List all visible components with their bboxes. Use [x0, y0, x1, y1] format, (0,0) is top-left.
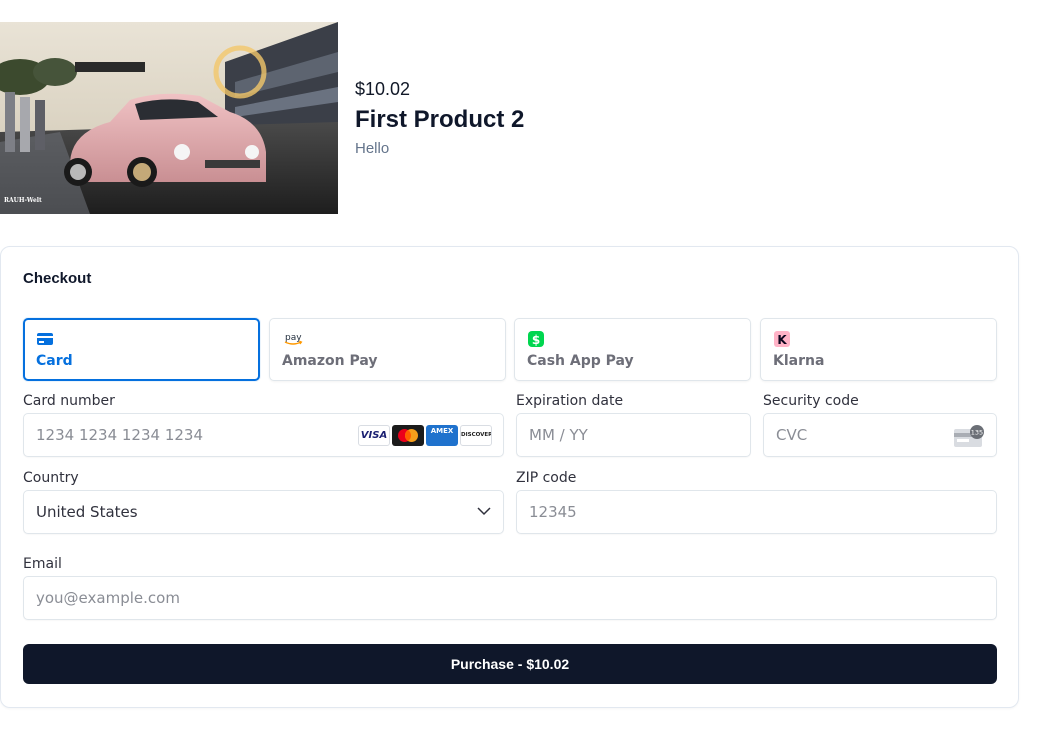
visa-icon: VISA	[358, 425, 390, 446]
purchase-button[interactable]: Purchase - $10.02	[23, 644, 997, 684]
expiration-label: Expiration date	[516, 393, 624, 409]
svg-text:$: $	[532, 333, 540, 347]
zip-input[interactable]	[529, 491, 984, 533]
card-icon	[37, 333, 53, 345]
cash-app-icon: $	[528, 331, 544, 347]
checkout-panel: Checkout Card pay Amazon Pay $ Cash App …	[0, 246, 1019, 708]
card-number-label: Card number	[23, 393, 115, 409]
tab-cash-app-pay[interactable]: $ Cash App Pay	[514, 318, 751, 381]
mastercard-icon	[392, 425, 424, 446]
tab-label: Card	[36, 353, 73, 369]
expiration-input[interactable]	[529, 414, 738, 456]
tab-klarna[interactable]: K Klarna	[760, 318, 997, 381]
product-price: $10.02	[355, 79, 411, 99]
amazon-pay-icon: pay	[284, 333, 303, 345]
security-code-field: 135	[763, 413, 997, 457]
klarna-icon: K	[774, 331, 790, 347]
tab-label: Amazon Pay	[282, 353, 378, 369]
expiration-field	[516, 413, 751, 457]
tab-label: Cash App Pay	[527, 353, 634, 369]
card-number-field: VISA AMEX DISCOVER	[23, 413, 504, 457]
cvc-card-icon: 135	[954, 425, 984, 447]
amex-icon: AMEX	[426, 425, 458, 446]
zip-field	[516, 490, 997, 534]
svg-text:K: K	[777, 333, 787, 347]
zip-label: ZIP code	[516, 470, 577, 486]
tab-card[interactable]: Card	[23, 318, 260, 381]
discover-icon: DISCOVER	[460, 425, 492, 446]
country-value: United States	[36, 503, 138, 521]
email-field	[23, 576, 997, 620]
product-image: RAUH-Welt	[0, 22, 338, 214]
chevron-down-icon	[477, 507, 491, 516]
payment-method-tabs: Card pay Amazon Pay $ Cash App Pay K Kla…	[23, 318, 997, 381]
country-select[interactable]: United States	[23, 490, 504, 534]
tab-amazon-pay[interactable]: pay Amazon Pay	[269, 318, 506, 381]
tab-label: Klarna	[773, 353, 825, 369]
email-input[interactable]	[36, 577, 984, 619]
cvc-icon-number: 135	[971, 429, 983, 437]
checkout-title: Checkout	[23, 270, 92, 287]
product-description: Hello	[355, 140, 390, 157]
country-label: Country	[23, 470, 79, 486]
security-code-input[interactable]	[776, 414, 984, 456]
card-brand-icons: VISA AMEX DISCOVER	[358, 425, 492, 447]
image-watermark: RAUH-Welt	[4, 197, 42, 204]
security-code-label: Security code	[763, 393, 859, 409]
product-info: $10.02 First Product 2 Hello	[355, 78, 524, 158]
product-photo: RAUH-Welt	[0, 22, 338, 214]
email-label: Email	[23, 556, 62, 572]
product-name: First Product 2	[355, 106, 525, 133]
